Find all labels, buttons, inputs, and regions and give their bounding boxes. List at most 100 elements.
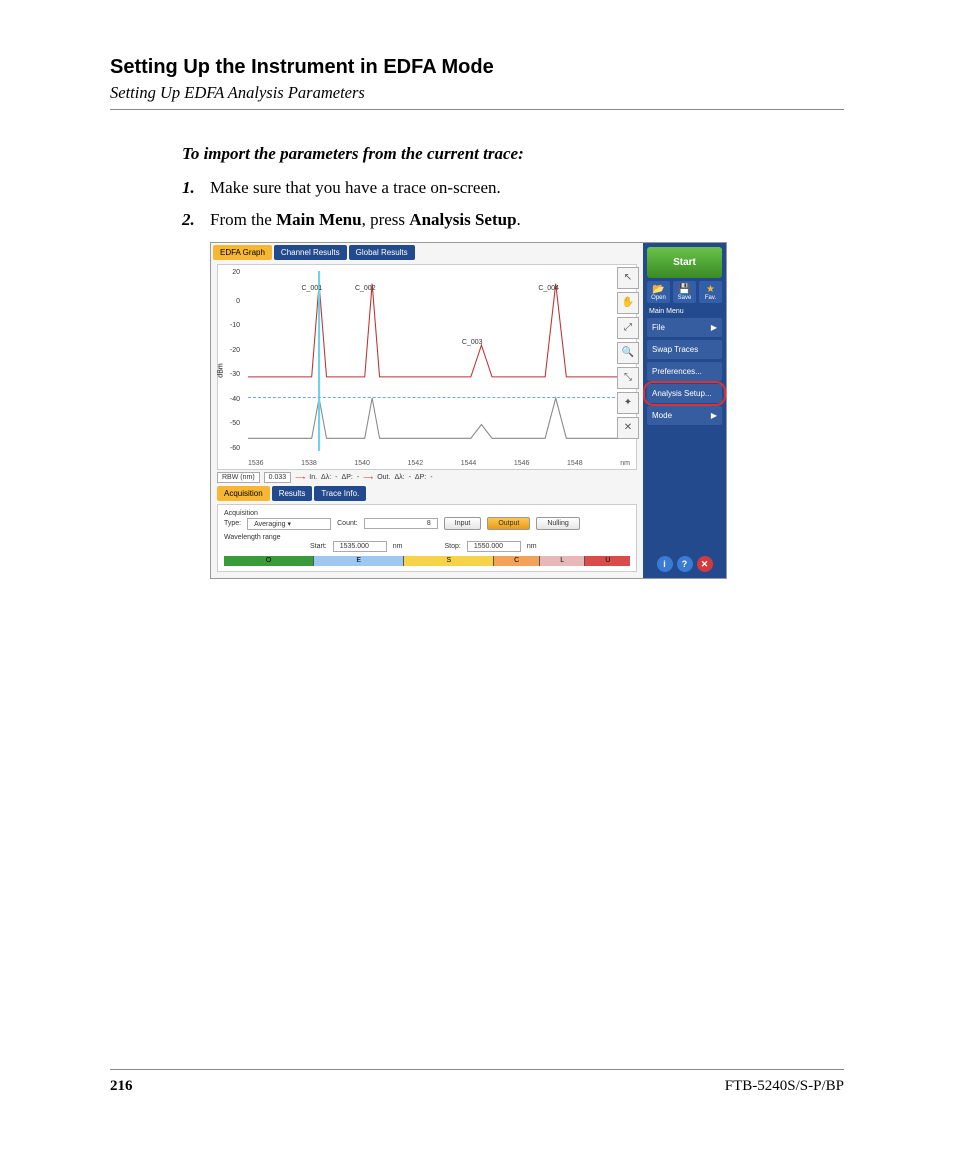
readout-bar: RBW (nm) 0.033 ⟶ In. Δλ: - ΔP: - ⟶ Out. …: [217, 472, 637, 483]
text-fragment: , press: [362, 210, 410, 229]
y-tick: -30: [230, 371, 240, 378]
step-1: 1. Make sure that you have a trace on-sc…: [182, 178, 844, 198]
pointer-tool-icon[interactable]: ↖: [617, 267, 639, 289]
y-tick: -40: [230, 396, 240, 403]
x-tick: 1548: [567, 460, 583, 467]
peak-label: C_001: [301, 285, 322, 292]
output-button[interactable]: Output: [487, 517, 530, 530]
zoom-icon[interactable]: 🔍: [617, 342, 639, 364]
band-u: U: [585, 556, 630, 566]
info-icon[interactable]: i: [657, 556, 673, 572]
folder-open-icon: 📂: [647, 285, 670, 295]
count-label: Count:: [337, 520, 358, 527]
tab-global-results[interactable]: Global Results: [349, 245, 415, 260]
dash: -: [335, 474, 337, 481]
start-button[interactable]: Start: [647, 247, 722, 278]
main-panel: EDFA Graph Channel Results Global Result…: [211, 243, 643, 578]
menu-preferences[interactable]: Preferences...: [647, 362, 722, 381]
x-tick: 1546: [514, 460, 530, 467]
app-screenshot: EDFA Graph Channel Results Global Result…: [210, 242, 727, 579]
dash: -: [430, 474, 432, 481]
help-icon[interactable]: ?: [677, 556, 693, 572]
close-icon[interactable]: ✕: [697, 556, 713, 572]
tab-trace-info[interactable]: Trace Info.: [314, 486, 366, 501]
axes-tool-icon[interactable]: ✕: [617, 417, 639, 439]
y-tick: 20: [232, 269, 240, 276]
y-tick: -20: [230, 347, 240, 354]
bold-text: Analysis Setup: [409, 210, 516, 229]
band-l: L: [540, 556, 586, 566]
y-tick: -50: [230, 420, 240, 427]
hand-tool-icon[interactable]: ✋: [617, 292, 639, 314]
y-tick: 0: [236, 298, 240, 305]
peak-label: C_003: [462, 339, 483, 346]
divider: [110, 109, 844, 110]
open-button[interactable]: 📂Open: [647, 281, 670, 303]
peak-label: C_002: [355, 285, 376, 292]
page-footer: 216 FTB-5240S/S-P/BP: [110, 1069, 844, 1095]
input-button[interactable]: Input: [444, 517, 482, 530]
model-number: FTB-5240S/S-P/BP: [725, 1078, 844, 1095]
start-field[interactable]: 1535.000: [333, 541, 387, 552]
x-tick: 1542: [408, 460, 424, 467]
section-heading: Setting Up the Instrument in EDFA Mode: [110, 56, 844, 79]
stop-field[interactable]: 1550.000: [467, 541, 521, 552]
graph-area: dBm 20 0 -10 -20 -30 -40 -50 -60: [217, 264, 637, 470]
step-text: From the Main Menu, press Analysis Setup…: [210, 210, 521, 230]
star-icon: ★: [699, 285, 722, 295]
save-button[interactable]: 💾Save: [673, 281, 696, 303]
menu-file[interactable]: File▶: [647, 318, 722, 337]
acquisition-panel: Acquisition Type: Averaging ▾ Count: 8 I…: [217, 504, 637, 572]
y-axis: 20 0 -10 -20 -30 -40 -50 -60: [220, 265, 242, 469]
x-tick: 1538: [301, 460, 317, 467]
zoom-in-icon[interactable]: ⤢: [617, 317, 639, 339]
band-s: S: [404, 556, 494, 566]
intro-text: To import the parameters from the curren…: [182, 144, 844, 164]
bottom-tab-row: Acquisition Results Trace Info.: [217, 486, 637, 501]
main-menu-title: Main Menu: [647, 306, 722, 315]
x-axis: 1536 1538 1540 1542 1544 1546 1548 nm: [248, 460, 630, 467]
marker-tool-icon[interactable]: ✦: [617, 392, 639, 414]
delta-power-label: ΔP:: [342, 474, 353, 481]
tab-channel-results[interactable]: Channel Results: [274, 245, 347, 260]
graph-tools: ↖ ✋ ⤢ 🔍 ⤡ ✦ ✕: [617, 267, 637, 439]
rbw-value: 0.033: [264, 472, 292, 483]
step-text: Make sure that you have a trace on-scree…: [210, 178, 501, 198]
text-fragment: From the: [210, 210, 276, 229]
rbw-label: RBW (nm): [217, 472, 260, 483]
tab-edfa-graph[interactable]: EDFA Graph: [213, 245, 272, 260]
panel-title: Acquisition: [224, 510, 630, 517]
fav-button[interactable]: ★Fav.: [699, 281, 722, 303]
menu-mode[interactable]: Mode▶: [647, 406, 722, 425]
save-icon: 💾: [673, 285, 696, 295]
stop-label: Stop:: [444, 543, 460, 550]
bottom-icon-row: i ? ✕: [647, 556, 722, 574]
tab-acquisition[interactable]: Acquisition: [217, 486, 270, 501]
menu-analysis-setup[interactable]: Analysis Setup...: [647, 384, 722, 403]
type-select[interactable]: Averaging ▾: [247, 518, 331, 530]
y-tick: -60: [230, 445, 240, 452]
nulling-button[interactable]: Nulling: [536, 517, 579, 530]
sidebar-panel: Start 📂Open 💾Save ★Fav. Main Menu File▶ …: [643, 243, 726, 578]
delta-lambda-label: Δλ:: [321, 474, 331, 481]
arrow-icon: ⟶: [363, 474, 373, 482]
x-tick: 1544: [461, 460, 477, 467]
menu-swap-traces[interactable]: Swap Traces: [647, 340, 722, 359]
file-icon-row: 📂Open 💾Save ★Fav.: [647, 281, 722, 303]
dash: -: [409, 474, 411, 481]
page-number: 216: [110, 1078, 133, 1095]
start-label: Start:: [310, 543, 327, 550]
text-fragment: .: [517, 210, 521, 229]
wavelength-range-label: Wavelength range: [224, 534, 630, 541]
in-label: In.: [309, 474, 317, 481]
trace-plot: C_001 C_002 C_003 C_004: [248, 271, 630, 451]
y-tick: -10: [230, 322, 240, 329]
tab-results[interactable]: Results: [272, 486, 313, 501]
trace-svg: [248, 271, 630, 451]
count-field[interactable]: 8: [364, 518, 438, 529]
delta-power-label: ΔP:: [415, 474, 426, 481]
fit-icon[interactable]: ⤡: [617, 367, 639, 389]
top-tab-row: EDFA Graph Channel Results Global Result…: [211, 243, 643, 262]
peak-label: C_004: [538, 285, 559, 292]
step-number: 2.: [182, 210, 210, 230]
